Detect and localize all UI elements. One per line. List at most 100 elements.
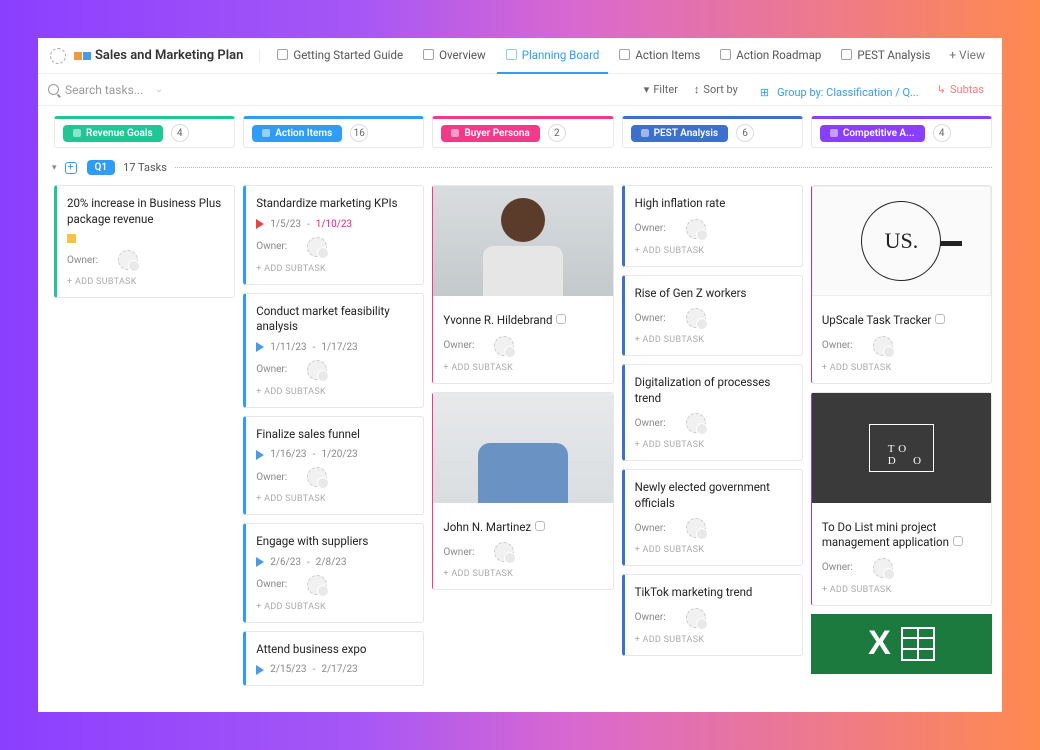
assignee-avatar[interactable]: [118, 250, 138, 270]
assignee-avatar[interactable]: [686, 518, 706, 538]
task-card[interactable]: Finalize sales funnel 1/16/23 - 1/20/23 …: [243, 416, 424, 516]
logo-thumbnail: TOD O: [812, 393, 991, 503]
task-card[interactable]: Engage with suppliers 2/6/23 - 2/8/23 Ow…: [243, 523, 424, 623]
start-date: 2/6/23: [270, 557, 301, 568]
priority-flag-icon: [256, 557, 264, 567]
add-subtask-button[interactable]: + ADD SUBTASK: [635, 440, 792, 450]
add-subtask-button[interactable]: + ADD SUBTASK: [256, 602, 413, 612]
search-input[interactable]: Search tasks... ⌄: [48, 83, 198, 97]
task-title: Standardize marketing KPIs: [256, 196, 413, 212]
task-card[interactable]: Digitalization of processes trend Owner:…: [622, 364, 803, 461]
list-icon: [619, 49, 630, 60]
group-name: Q1: [87, 160, 116, 175]
task-title: Attend business expo: [256, 642, 413, 658]
column-buyer-persona[interactable]: Buyer Persona2: [432, 116, 613, 148]
tab-getting-started[interactable]: Getting Started Guide: [268, 38, 412, 74]
tab-overview[interactable]: Overview: [414, 38, 495, 74]
tab-action-roadmap[interactable]: Action Roadmap: [711, 38, 830, 74]
lane-competitive-analysis: US. UpScale Task Tracker Owner: + ADD SU…: [811, 185, 992, 702]
status-icon: [262, 129, 270, 137]
due-date: 1/20/23: [321, 449, 357, 460]
assignee-avatar[interactable]: [686, 308, 706, 328]
status-icon: [830, 129, 838, 137]
task-card[interactable]: Conduct market feasibility analysis 1/11…: [243, 293, 424, 408]
column-pest-analysis[interactable]: PEST Analysis6: [622, 116, 803, 148]
task-card[interactable]: Rise of Gen Z workers Owner: + ADD SUBTA…: [622, 275, 803, 357]
add-view-button[interactable]: + View: [940, 38, 994, 74]
owner-label: Owner:: [635, 418, 666, 429]
collapse-icon[interactable]: ▾: [52, 163, 57, 173]
tab-action-items[interactable]: Action Items: [610, 38, 709, 74]
filter-button[interactable]: ▾Filter: [636, 83, 686, 96]
add-task-icon[interactable]: +: [65, 162, 77, 174]
assignee-avatar[interactable]: [494, 542, 514, 562]
column-revenue-goals[interactable]: Revenue Goals4: [54, 116, 235, 148]
assignee-avatar[interactable]: [307, 237, 327, 257]
add-subtask-button[interactable]: + ADD SUBTASK: [822, 363, 981, 373]
task-card[interactable]: TOD O To Do List mini project management…: [811, 392, 992, 606]
task-title: UpScale Task Tracker: [822, 313, 932, 327]
group-header[interactable]: ▾ + Q1 17 Tasks: [38, 148, 1002, 181]
add-subtask-button[interactable]: + ADD SUBTASK: [635, 635, 792, 645]
status-icon: [451, 129, 459, 137]
sort-button[interactable]: ↕Sort by: [686, 83, 746, 96]
owner-label: Owner:: [635, 223, 666, 234]
add-subtask-button[interactable]: + ADD SUBTASK: [256, 264, 413, 274]
assignee-avatar[interactable]: [686, 608, 706, 628]
search-icon: [48, 84, 59, 95]
assignee-avatar[interactable]: [686, 219, 706, 239]
link-icon: [953, 536, 963, 546]
priority-flag-icon: [256, 342, 264, 352]
due-date: 1/17/23: [321, 342, 357, 353]
excel-thumbnail[interactable]: X: [811, 614, 992, 674]
task-card[interactable]: Newly elected government officials Owner…: [622, 469, 803, 566]
task-card[interactable]: Attend business expo 2/15/23 - 2/17/23: [243, 631, 424, 687]
add-subtask-button[interactable]: + ADD SUBTASK: [67, 277, 224, 287]
lane-pest-analysis: High inflation rate Owner: + ADD SUBTASK…: [622, 185, 803, 702]
add-subtask-button[interactable]: + ADD SUBTASK: [635, 335, 792, 345]
divider: [259, 49, 260, 63]
assignee-avatar[interactable]: [494, 336, 514, 356]
assignee-avatar[interactable]: [307, 467, 327, 487]
count-badge: 4: [171, 124, 189, 142]
chevron-down-icon: ⌄: [155, 85, 163, 95]
add-subtask-button[interactable]: + ADD SUBTASK: [443, 363, 602, 373]
column-competitive-analysis[interactable]: Competitive A...4: [811, 116, 992, 148]
subtasks-button[interactable]: ↳Subtas: [929, 83, 992, 96]
task-title: Yvonne R. Hildebrand: [443, 313, 552, 327]
assignee-avatar[interactable]: [307, 360, 327, 380]
add-subtask-button[interactable]: + ADD SUBTASK: [635, 545, 792, 555]
task-title: Engage with suppliers: [256, 534, 413, 550]
group-by-button[interactable]: ⊞Group by: Classification / Q...: [746, 74, 929, 105]
task-card[interactable]: Yvonne R. Hildebrand Owner: + ADD SUBTAS…: [432, 185, 613, 384]
add-subtask-button[interactable]: + ADD SUBTASK: [822, 585, 981, 595]
tab-planning-board[interactable]: Planning Board: [497, 38, 609, 74]
assignee-avatar[interactable]: [873, 558, 893, 578]
assignee-avatar[interactable]: [873, 336, 893, 356]
task-card[interactable]: TikTok marketing trend Owner: + ADD SUBT…: [622, 574, 803, 656]
lane-action-items: Standardize marketing KPIs 1/5/23 - 1/10…: [243, 185, 424, 702]
owner-label: Owner:: [67, 255, 98, 266]
assignee-avatar[interactable]: [307, 575, 327, 595]
task-title: Finalize sales funnel: [256, 427, 413, 443]
task-card[interactable]: Standardize marketing KPIs 1/5/23 - 1/10…: [243, 185, 424, 285]
add-subtask-button[interactable]: + ADD SUBTASK: [635, 246, 792, 256]
owner-label: Owner:: [256, 472, 287, 483]
space-icon: [74, 52, 82, 60]
add-subtask-button[interactable]: + ADD SUBTASK: [256, 387, 413, 397]
add-subtask-button[interactable]: + ADD SUBTASK: [256, 494, 413, 504]
column-action-items[interactable]: Action Items16: [243, 116, 424, 148]
task-card[interactable]: High inflation rate Owner: + ADD SUBTASK: [622, 185, 803, 267]
settings-icon[interactable]: [50, 48, 66, 64]
task-title: High inflation rate: [635, 196, 792, 212]
task-title: Digitalization of processes trend: [635, 375, 792, 406]
timeline-icon: [720, 49, 731, 60]
tab-pest-analysis[interactable]: PEST Analysis: [832, 38, 936, 74]
task-card[interactable]: John N. Martinez Owner: + ADD SUBTASK: [432, 392, 613, 591]
add-subtask-button[interactable]: + ADD SUBTASK: [443, 569, 602, 579]
task-card[interactable]: US. UpScale Task Tracker Owner: + ADD SU…: [811, 185, 992, 384]
assignee-avatar[interactable]: [686, 413, 706, 433]
priority-flag-icon: [256, 450, 264, 460]
task-card[interactable]: 20% increase in Business Plus package re…: [54, 185, 235, 298]
lane-revenue-goals: 20% increase in Business Plus package re…: [54, 185, 235, 702]
